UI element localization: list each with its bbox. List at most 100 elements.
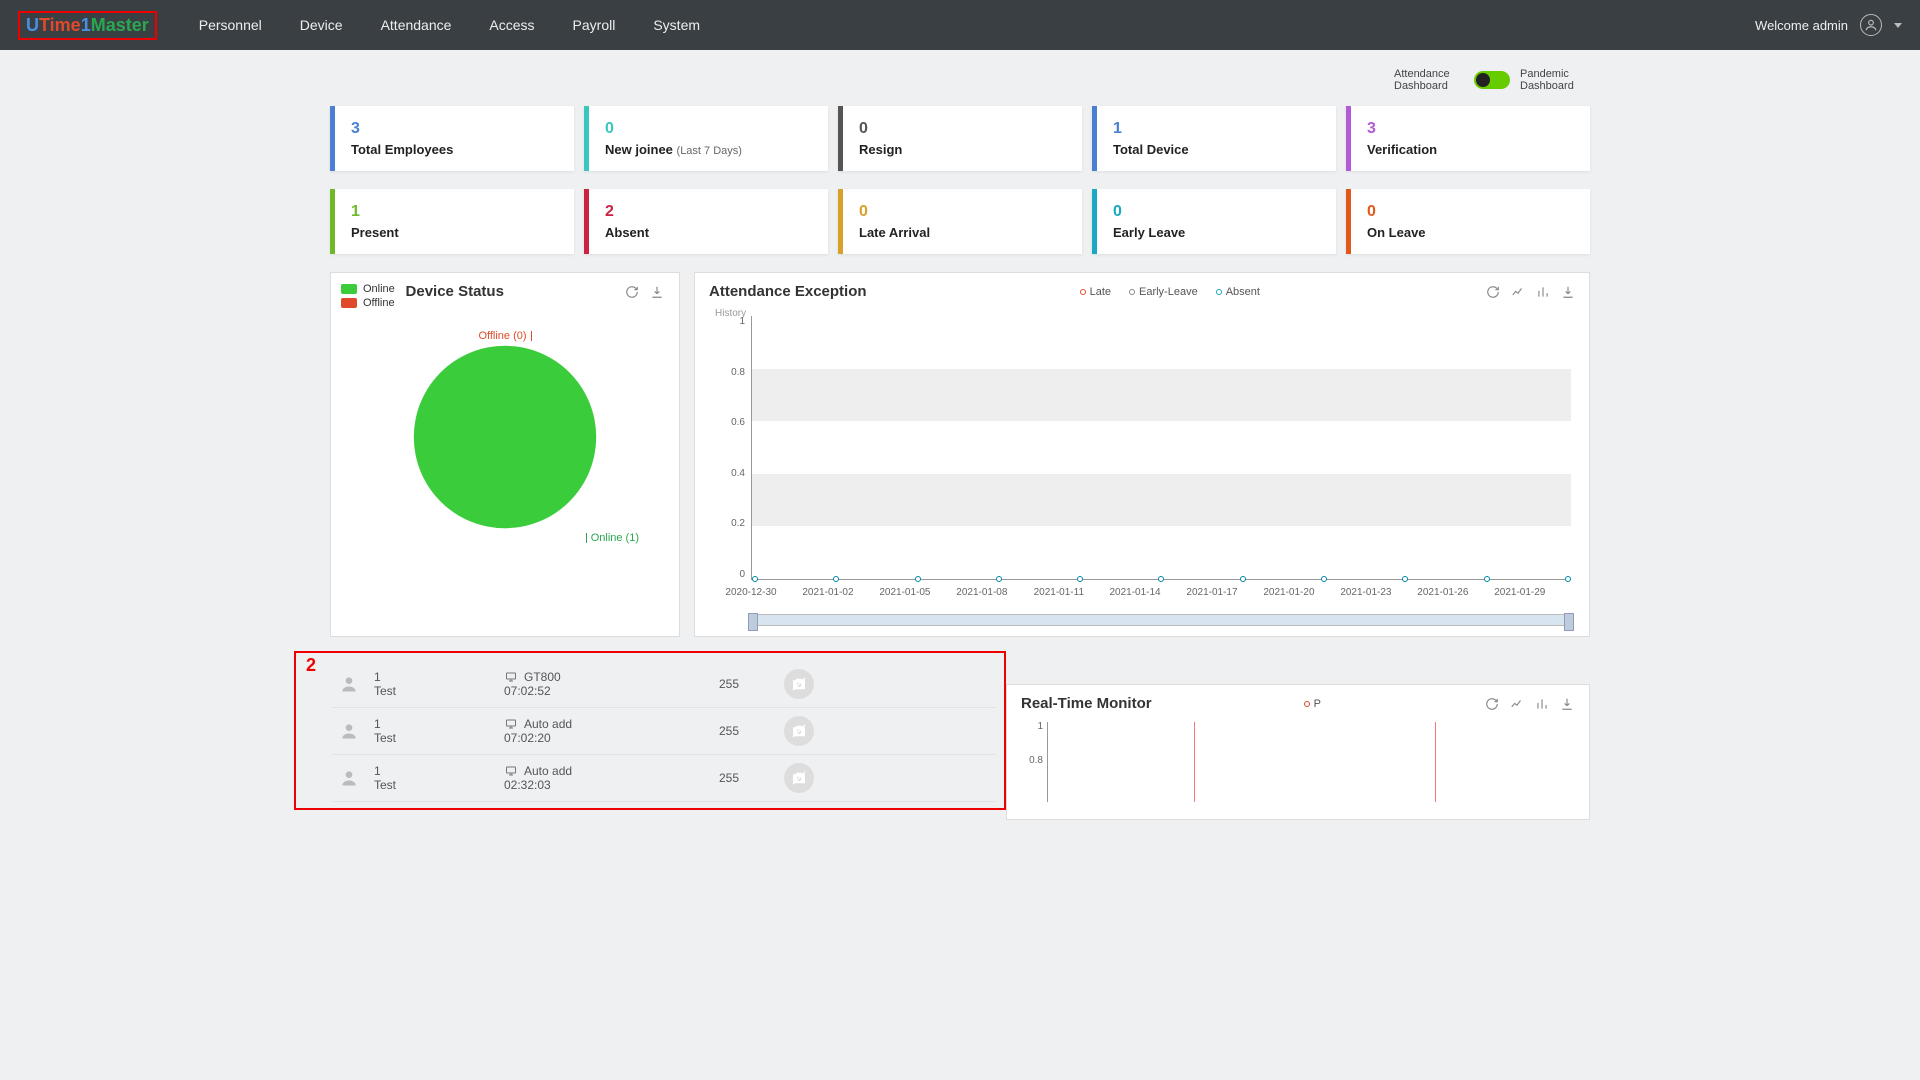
- avatar-icon: [338, 673, 360, 695]
- annotation-box-2: 2 1TestGT80007:02:522551TestAuto add07:0…: [294, 651, 1006, 810]
- stat-number: 3: [351, 120, 558, 138]
- log-row[interactable]: 1TestAuto add02:32:03255: [332, 755, 996, 802]
- refresh-icon[interactable]: [1485, 696, 1500, 711]
- toggle-label-left: Attendance Dashboard: [1394, 68, 1464, 92]
- stat-label: Verification: [1367, 142, 1574, 157]
- toggle-label-right: Pandemic Dashboard: [1520, 68, 1590, 92]
- log-name: Test: [374, 778, 504, 792]
- stat-card[interactable]: 1 Total Device: [1092, 106, 1336, 171]
- avatar-icon: [338, 720, 360, 742]
- camera-disabled-icon: [784, 763, 814, 793]
- bar-chart-icon[interactable]: [1535, 284, 1550, 299]
- user-avatar-icon[interactable]: [1860, 14, 1882, 36]
- stat-card[interactable]: 3 Total Employees: [330, 106, 574, 171]
- logo-part: Master: [91, 15, 149, 35]
- pie-offline-label: Offline (0): [478, 330, 526, 342]
- device-legend: Online Offline: [341, 283, 395, 311]
- topbar: UTime1Master Personnel Device Attendance…: [0, 0, 1920, 50]
- refresh-icon[interactable]: [625, 284, 640, 299]
- camera-disabled-icon: [784, 669, 814, 699]
- stat-number: 0: [1113, 203, 1320, 221]
- log-id: 1: [374, 764, 504, 778]
- stat-label: Late Arrival: [859, 225, 1066, 240]
- nav-personnel[interactable]: Personnel: [181, 1, 280, 49]
- logo-part: Time: [39, 15, 81, 35]
- stat-number: 1: [1113, 120, 1320, 138]
- stat-number: 0: [859, 203, 1066, 221]
- stat-label: Total Employees: [351, 142, 558, 157]
- chart-range-slider[interactable]: [751, 614, 1571, 626]
- logo-part: U: [26, 15, 39, 35]
- stat-card[interactable]: 2 Absent: [584, 189, 828, 254]
- stat-label: Total Device: [1113, 142, 1320, 157]
- stat-number: 0: [859, 120, 1066, 138]
- stat-number: 3: [1367, 120, 1574, 138]
- log-list: 1TestGT80007:02:522551TestAuto add07:02:…: [332, 661, 996, 802]
- panel-title: Real-Time Monitor: [1021, 695, 1152, 712]
- legend-label: Online: [363, 283, 395, 295]
- refresh-icon[interactable]: [1485, 284, 1500, 299]
- stat-card[interactable]: 0Early Leave: [1092, 189, 1336, 254]
- line-chart-icon[interactable]: [1510, 284, 1525, 299]
- chart-plot: [751, 316, 1571, 580]
- log-device: Auto add: [504, 717, 674, 731]
- log-code: 255: [674, 724, 784, 738]
- log-row[interactable]: 1TestAuto add07:02:20255: [332, 708, 996, 755]
- logo: UTime1Master: [18, 11, 157, 40]
- stat-number: 0: [605, 120, 812, 138]
- rtm-chart: [1047, 722, 1571, 802]
- stat-number: 2: [605, 203, 812, 221]
- nav-payroll[interactable]: Payroll: [555, 1, 634, 49]
- log-code: 255: [674, 771, 784, 785]
- nav-attendance[interactable]: Attendance: [363, 1, 470, 49]
- stat-card[interactable]: 3 Verification: [1346, 106, 1590, 171]
- legend-label: Early-Leave: [1139, 286, 1198, 298]
- line-chart-icon[interactable]: [1510, 696, 1525, 711]
- nav-device[interactable]: Device: [282, 1, 361, 49]
- bar-chart-icon[interactable]: [1535, 696, 1550, 711]
- rtm-y-tick: 0.8: [1025, 755, 1043, 766]
- chart-legend: Late Early-Leave Absent: [1080, 286, 1272, 298]
- download-icon[interactable]: [650, 284, 665, 299]
- log-device: Auto add: [504, 764, 674, 778]
- x-axis: 2020-12-302021-01-022021-01-052021-01-08…: [751, 587, 1571, 598]
- log-id: 1: [374, 717, 504, 731]
- dashboard-toggle: Attendance Dashboard Pandemic Dashboard: [330, 60, 1590, 106]
- camera-disabled-icon: [784, 716, 814, 746]
- avatar-icon: [338, 767, 360, 789]
- stat-label: Present: [351, 225, 558, 240]
- stat-card[interactable]: 0Resign: [838, 106, 1082, 171]
- stat-card[interactable]: 0 New joinee (Last 7 Days): [584, 106, 828, 171]
- dashboard-toggle-switch[interactable]: [1474, 71, 1510, 89]
- nav-system[interactable]: System: [635, 1, 718, 49]
- log-code: 255: [674, 677, 784, 691]
- stats-row-top: 3 Total Employees 0 New joinee (Last 7 Days…: [330, 106, 1590, 171]
- nav-access[interactable]: Access: [471, 1, 552, 49]
- log-row[interactable]: 1TestGT80007:02:52255: [332, 661, 996, 708]
- rtm-y-tick: 1: [1025, 721, 1043, 732]
- stat-card[interactable]: 1 Present: [330, 189, 574, 254]
- panel-title: Device Status: [406, 283, 504, 300]
- log-time: 02:32:03: [504, 778, 674, 792]
- stat-label: On Leave: [1367, 225, 1574, 240]
- y-axis: 10.80.60.40.20: [715, 316, 745, 580]
- panel-attendance-exception: Attendance Exception Late Early-Leave Ab…: [694, 272, 1590, 637]
- logo-part: 1: [81, 15, 91, 35]
- main-nav: Personnel Device Attendance Access Payro…: [181, 1, 718, 49]
- panel-realtime-monitor: Real-Time Monitor P 1 0.8: [1006, 684, 1590, 820]
- stat-label: Absent: [605, 225, 812, 240]
- legend-label: Late: [1090, 286, 1111, 298]
- stat-card[interactable]: 0 Late Arrival: [838, 189, 1082, 254]
- annotation-number: 2: [306, 655, 316, 676]
- download-icon[interactable]: [1560, 284, 1575, 299]
- stat-number: 0: [1367, 203, 1574, 221]
- legend-label: P: [1314, 698, 1321, 710]
- stat-card[interactable]: 0 On Leave: [1346, 189, 1590, 254]
- user-menu-caret-icon[interactable]: [1894, 23, 1902, 28]
- legend-label: Absent: [1226, 286, 1260, 298]
- stat-number: 1: [351, 203, 558, 221]
- download-icon[interactable]: [1560, 696, 1575, 711]
- legend-label: Offline: [363, 297, 395, 309]
- log-name: Test: [374, 731, 504, 745]
- stat-label: New joinee (Last 7 Days): [605, 142, 812, 157]
